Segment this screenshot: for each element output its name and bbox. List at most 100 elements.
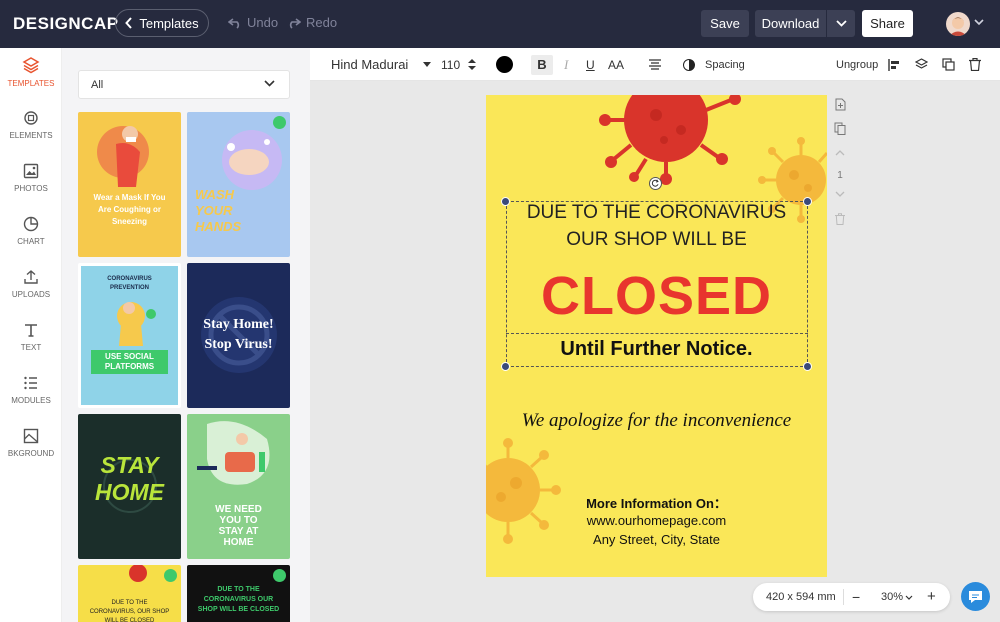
poster-more-info[interactable]: More Information On： xyxy=(486,493,827,512)
chevron-left-icon xyxy=(125,17,133,29)
logo[interactable]: DESIGNCAP xyxy=(13,14,119,34)
text-case-button[interactable]: AA xyxy=(608,48,624,81)
undo-label: Undo xyxy=(247,15,279,30)
sidebar-item-background[interactable]: BKGROUND xyxy=(0,419,62,467)
sidebar-label-modules: MODULES xyxy=(11,396,51,405)
add-page-icon xyxy=(835,98,845,110)
redo-button[interactable]: Redo xyxy=(287,15,337,30)
font-family-select[interactable]: Hind Madurai xyxy=(331,48,432,81)
resize-handle-top-left[interactable] xyxy=(501,197,510,206)
sidebar-label-background: BKGROUND xyxy=(7,449,55,458)
premium-badge-icon xyxy=(273,569,286,582)
trash-icon xyxy=(835,213,845,225)
user-avatar-icon xyxy=(949,17,967,36)
sidebar-label-chart: CHART xyxy=(17,237,45,246)
template-thumbnail-stay-home[interactable]: STAY HOME xyxy=(78,414,181,559)
delete-button[interactable] xyxy=(969,48,981,81)
font-family-value: Hind Madurai xyxy=(331,57,409,72)
category-filter-select[interactable]: All xyxy=(78,70,290,99)
align-left-icon xyxy=(888,58,899,71)
spacing-icon xyxy=(683,58,695,71)
template-thumbnail-stay-home-stop-virus[interactable]: Stay Home! Stop Virus! xyxy=(187,263,290,408)
poster-address[interactable]: Any Street, City, State xyxy=(486,532,827,547)
chevron-down-icon xyxy=(835,20,847,27)
chat-icon xyxy=(969,591,982,603)
duplicate-icon xyxy=(942,58,955,71)
zoom-in-button[interactable]: + xyxy=(927,588,936,605)
delete-page-button[interactable] xyxy=(832,211,848,227)
account-menu-chevron-icon[interactable] xyxy=(974,19,984,26)
save-button[interactable]: Save xyxy=(701,10,749,37)
top-bar: DESIGNCAP Templates Undo Redo Save Downl… xyxy=(0,0,1000,48)
upload-icon xyxy=(24,270,38,284)
template-title: STAY HOME xyxy=(95,452,164,505)
template-thumbnail-wash-hands[interactable]: WASH YOUR HANDS xyxy=(187,112,290,257)
format-toolbar: Hind Madurai 110 B I U AA Spacing Ungrou… xyxy=(310,48,1000,81)
templates-back-button[interactable]: Templates xyxy=(115,9,209,37)
sidebar-item-text[interactable]: TEXT xyxy=(0,313,62,361)
templates-panel: All Wear a Mask If You Are Coughing or S… xyxy=(62,48,310,622)
template-title: WASH YOUR HANDS xyxy=(195,187,242,234)
align-button[interactable] xyxy=(649,48,661,81)
underline-button[interactable]: U xyxy=(586,48,595,81)
align-objects-button[interactable] xyxy=(888,48,900,81)
sidebar-item-uploads[interactable]: UPLOADS xyxy=(0,260,62,308)
canvas-dimensions: 420 x 594 mm xyxy=(766,591,836,603)
bold-button[interactable]: B xyxy=(531,48,553,81)
undo-button[interactable]: Undo xyxy=(228,15,278,30)
template-title: WE NEED YOU TO STAY AT HOME xyxy=(215,504,262,548)
stepper-icon[interactable] xyxy=(468,59,477,70)
copy-page-icon xyxy=(834,122,846,135)
spacing-button[interactable]: Spacing xyxy=(683,48,745,81)
divider xyxy=(843,589,844,605)
chevron-down-icon xyxy=(264,80,275,87)
sidebar-label-templates: TEMPLATES xyxy=(7,79,55,88)
resize-handle-bottom-right[interactable] xyxy=(803,362,812,371)
template-thumbnail-closed-yellow[interactable]: DUE TO THE CORONAVIRUS, OUR SHOP WILL BE… xyxy=(78,565,181,622)
add-page-button[interactable] xyxy=(832,96,848,112)
zoom-level-select[interactable]: 30% xyxy=(881,591,913,603)
sidebar-label-photos: PHOTOS xyxy=(14,184,48,193)
resize-handle-bottom-left[interactable] xyxy=(501,362,510,371)
template-thumbnail-prevention[interactable]: CORONAVIRUS PREVENTION USE SOCIAL PLATFO… xyxy=(78,263,181,408)
sidebar-item-modules[interactable]: MODULES xyxy=(0,366,62,414)
page-number: 1 xyxy=(837,169,843,181)
download-options-button[interactable] xyxy=(827,10,855,37)
avatar[interactable] xyxy=(946,12,970,36)
redo-icon xyxy=(289,17,301,29)
zoom-out-button[interactable]: − xyxy=(852,589,860,605)
copy-page-button[interactable] xyxy=(832,120,848,136)
sidebar-label-text: TEXT xyxy=(20,343,42,352)
poster-apology[interactable]: We apologize for the inconvenience xyxy=(486,410,827,432)
trash-icon xyxy=(969,58,981,71)
duplicate-button[interactable] xyxy=(942,48,955,81)
page-down-button[interactable] xyxy=(832,186,848,202)
share-button[interactable]: Share xyxy=(862,10,913,37)
layers-button[interactable] xyxy=(915,48,928,81)
pie-chart-icon xyxy=(23,216,39,232)
poster-website[interactable]: www.ourhomepage.com xyxy=(486,513,827,528)
chat-support-button[interactable] xyxy=(961,582,990,611)
page-up-button[interactable] xyxy=(832,145,848,161)
template-thumbnail-wear-mask[interactable]: Wear a Mask If You Are Coughing or Sneez… xyxy=(78,112,181,257)
rotate-handle-icon[interactable] xyxy=(649,177,662,190)
font-size-input[interactable]: 110 xyxy=(441,48,477,81)
resize-handle-top-right[interactable] xyxy=(803,197,812,206)
template-thumbnail-closed-black[interactable]: DUE TO THE CORONAVIRUS OUR SHOP WILL BE … xyxy=(187,565,290,622)
template-illustration xyxy=(117,302,156,346)
ungroup-button[interactable]: Ungroup xyxy=(836,48,878,81)
sidebar-label-elements: ELEMENTS xyxy=(9,131,53,140)
chevron-down-icon xyxy=(905,595,913,600)
background-icon xyxy=(23,428,39,444)
chevron-up-icon xyxy=(835,150,845,156)
template-thumbnail-we-need-you[interactable]: WE NEED YOU TO STAY AT HOME xyxy=(187,414,290,559)
chevron-down-icon xyxy=(835,191,845,197)
sidebar-item-templates[interactable]: TEMPLATES xyxy=(0,48,62,96)
download-button[interactable]: Download xyxy=(755,10,826,37)
sidebar-item-chart[interactable]: CHART xyxy=(0,207,62,255)
italic-button[interactable]: I xyxy=(564,48,568,81)
category-filter-value: All xyxy=(91,78,104,91)
sidebar-item-elements[interactable]: ELEMENTS xyxy=(0,101,62,149)
text-color-picker[interactable] xyxy=(496,48,513,81)
sidebar-item-photos[interactable]: PHOTOS xyxy=(0,154,62,202)
